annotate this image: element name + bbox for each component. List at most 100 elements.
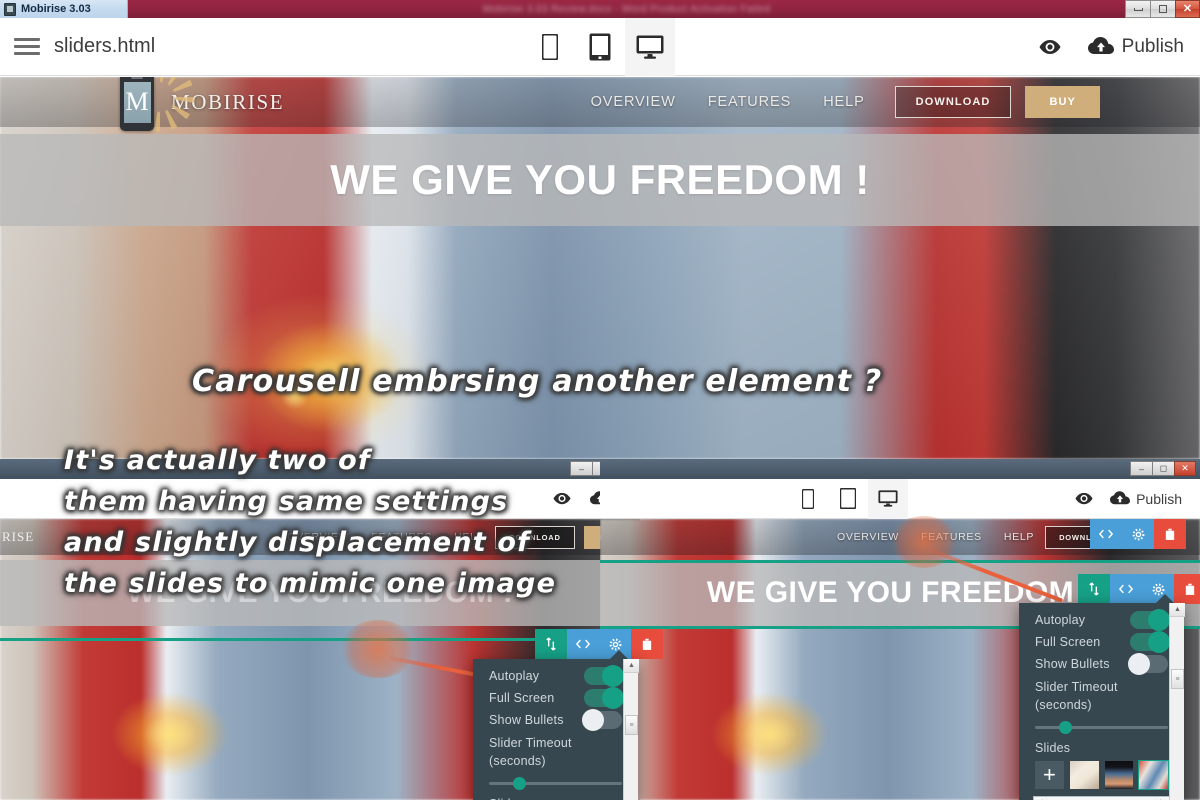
scrollbar-thumb[interactable]: ≡ <box>1171 669 1184 689</box>
pointer-glow-left <box>340 620 416 678</box>
setting-label-autoplay: Autoplay <box>1035 613 1086 627</box>
device-preview-group <box>525 17 675 76</box>
setting-row-showbullets: Show Bullets <box>473 709 638 731</box>
inner2-window-controls: – ◻ ✕ <box>1130 461 1196 476</box>
app-icon <box>4 2 16 16</box>
setting-row-autoplay: Autoplay <box>473 665 638 687</box>
brand-logo[interactable]: M MOBIRISE <box>120 77 284 133</box>
trash-icon[interactable] <box>1154 519 1186 549</box>
page-title: sliders.html <box>54 35 156 57</box>
inner2-maximize-button[interactable]: ◻ <box>1152 461 1174 476</box>
cloud-upload-icon <box>1087 37 1114 54</box>
mobile-icon <box>802 488 814 509</box>
close-button[interactable]: ✕ <box>1175 0 1200 18</box>
toolbar-right-actions: Publish <box>1038 36 1184 58</box>
nav-link-overview[interactable]: OVERVIEW <box>575 94 692 110</box>
device-desktop-button[interactable] <box>625 17 675 76</box>
inner2-device-tablet-button[interactable] <box>828 479 868 519</box>
setting-label-fullscreen: Full Screen <box>489 691 555 705</box>
slides-label: Slides <box>1035 741 1071 755</box>
toggle-showbullets[interactable] <box>582 709 622 731</box>
slides-horizontal-scrollbar[interactable]: ◀ ≡ ▶ <box>1033 796 1170 800</box>
slides-group-label: Slides <box>1019 729 1184 761</box>
app-toolbar: sliders.html Publish <box>0 17 1200 76</box>
inner2-minimize-button[interactable]: – <box>1130 461 1152 476</box>
code-icon[interactable] <box>1110 574 1142 604</box>
trash-icon[interactable] <box>631 629 663 659</box>
hamburger-icon[interactable] <box>14 34 40 60</box>
buy-button[interactable]: BUY <box>1025 86 1100 118</box>
brand-logo-letter: M <box>123 81 151 123</box>
setting-label-autoplay: Autoplay <box>489 669 540 683</box>
nav-link-features[interactable]: FEATURES <box>692 94 807 110</box>
tablet-icon <box>840 488 856 509</box>
slider-timeout-group: Slider Timeout (seconds) <box>473 731 638 770</box>
minimize-button[interactable] <box>1125 0 1150 18</box>
download-button[interactable]: DOWNLOAD <box>894 86 1012 118</box>
mobile-icon <box>542 33 558 60</box>
move-vertical-icon[interactable] <box>535 629 567 659</box>
panel-arrow <box>610 650 628 659</box>
inner1-minimize-button[interactable]: – <box>570 461 592 476</box>
code-icon[interactable] <box>1090 519 1122 549</box>
inner1-brand-name: RISE <box>2 529 35 544</box>
setting-label-fullscreen: Full Screen <box>1035 635 1101 649</box>
scroll-up-icon[interactable]: ▲ <box>1170 603 1185 617</box>
tablet-icon <box>589 33 611 60</box>
inner2-titlebar: – ◻ ✕ <box>600 459 1200 479</box>
slider-timeout-thumb[interactable] <box>512 777 526 790</box>
hero-title-band: WE GIVE YOU FREEDOM ! <box>0 134 1200 226</box>
inner2-nav-link-help[interactable]: HELP <box>993 531 1045 543</box>
gear-icon[interactable] <box>1122 519 1154 549</box>
slider-timeout-track[interactable] <box>1035 721 1168 734</box>
setting-label-showbullets: Show Bullets <box>489 713 564 727</box>
scroll-up-icon[interactable]: ▲ <box>624 659 639 673</box>
inner2-app-toolbar: Publish <box>600 478 1200 519</box>
nav-link-help[interactable]: HELP <box>807 94 880 110</box>
toggle-autoplay[interactable] <box>584 665 624 687</box>
move-vertical-icon[interactable] <box>1078 574 1110 604</box>
device-tablet-button[interactable] <box>575 18 625 76</box>
eye-icon <box>1039 39 1061 54</box>
setting-label-showbullets: Show Bullets <box>1035 657 1110 671</box>
desktop-icon <box>878 490 898 507</box>
settings-panel-left: Autoplay Full Screen Show Bullets Slider… <box>473 650 639 800</box>
phone-logo-icon: M <box>120 77 154 131</box>
slider-timeout-label: Slider Timeout (seconds) <box>489 736 572 768</box>
plus-icon[interactable]: + <box>1035 761 1064 789</box>
toggle-showbullets[interactable] <box>1128 653 1168 675</box>
inner2-device-desktop-button[interactable] <box>868 478 908 519</box>
inner2-device-group <box>788 478 908 519</box>
maximize-button[interactable] <box>1150 0 1175 18</box>
publish-button[interactable]: Publish <box>1087 36 1184 58</box>
slide-thumbnail-1[interactable] <box>1069 761 1099 789</box>
toggle-fullscreen[interactable] <box>1130 631 1170 653</box>
slide-thumbnail-3[interactable] <box>1138 760 1169 790</box>
toggle-autoplay[interactable] <box>1130 609 1170 631</box>
code-icon[interactable] <box>567 629 599 659</box>
slide-thumbnail-2[interactable] <box>1104 761 1134 789</box>
inner2-publish-button[interactable]: Publish <box>1110 491 1182 507</box>
panel-scrollbar-left[interactable]: ▲ ≡ <box>623 659 639 800</box>
scrollbar-thumb[interactable]: ≡ <box>625 715 638 735</box>
eye-icon[interactable] <box>1074 492 1094 505</box>
inner2-close-button[interactable]: ✕ <box>1174 461 1196 476</box>
trash-icon[interactable] <box>1174 574 1200 604</box>
slider-timeout-thumb[interactable] <box>1058 721 1072 734</box>
site-navbar: M MOBIRISE OVERVIEW FEATURES HELP DOWNLO… <box>0 77 1200 133</box>
preview-button[interactable] <box>1038 39 1062 55</box>
inner2-device-mobile-button[interactable] <box>788 479 828 519</box>
device-mobile-button[interactable] <box>525 18 575 76</box>
annotation-line-3: and slightly displacement of <box>64 527 531 558</box>
desktop-icon <box>636 35 664 59</box>
inner2-publish-label: Publish <box>1136 490 1182 507</box>
settings-panel-right: Autoplay Full Screen Show Bullets Slider… <box>1019 594 1185 800</box>
slider-timeout-track[interactable] <box>489 777 622 790</box>
panel-scrollbar-right[interactable]: ▲ ≡ <box>1169 603 1185 800</box>
setting-row-autoplay: Autoplay <box>1019 609 1184 631</box>
cloud-upload-icon <box>1110 491 1131 505</box>
window-controls: ✕ <box>1125 0 1200 18</box>
site-nav-menu: OVERVIEW FEATURES HELP DOWNLOAD BUY <box>575 86 1100 118</box>
annotation-question: Carousell embrsing another element ? <box>192 364 883 399</box>
toggle-fullscreen[interactable] <box>584 687 624 709</box>
